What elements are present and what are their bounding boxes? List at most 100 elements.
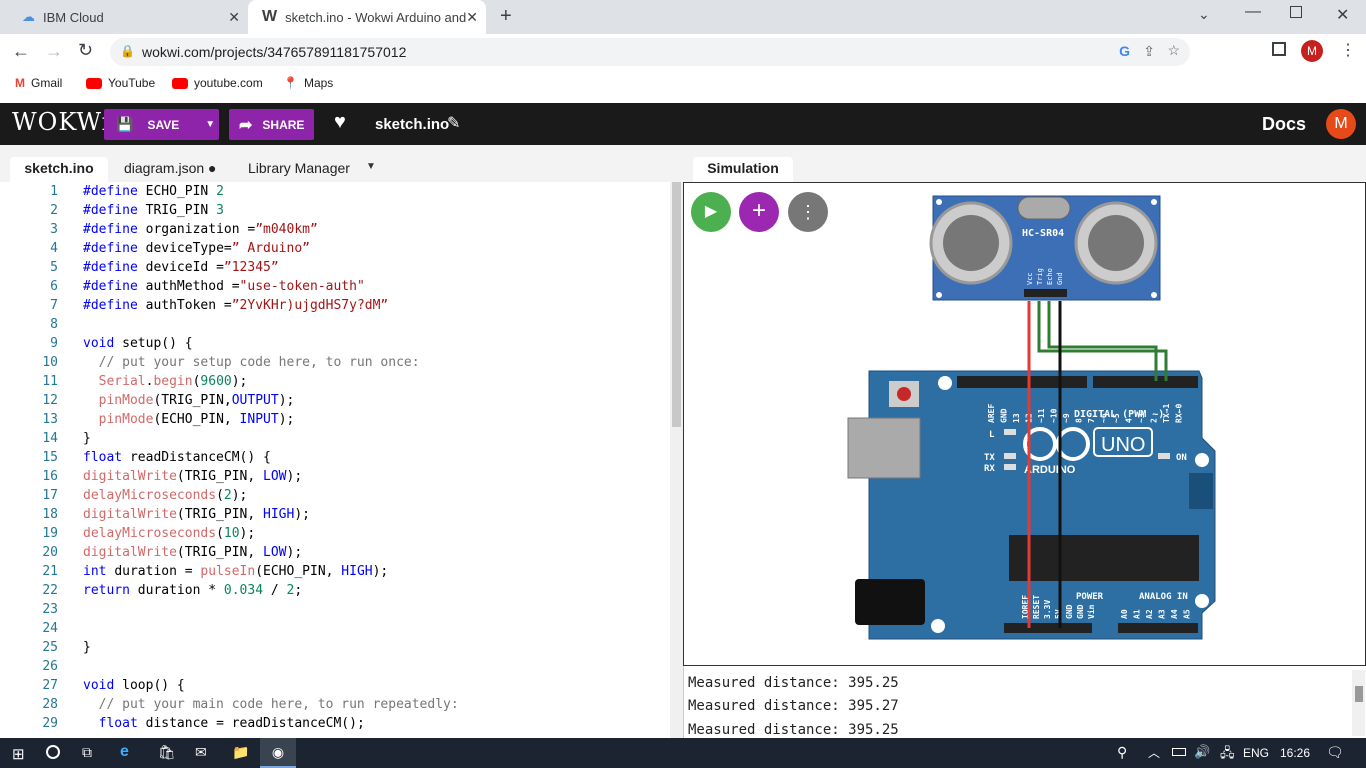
store-icon[interactable]: 🛍 <box>158 744 176 761</box>
code-line[interactable]: 14} <box>0 429 670 448</box>
chrome-taskbar-icon[interactable]: ◉ <box>260 738 296 768</box>
notification-icon[interactable]: 🗨 <box>1326 744 1344 761</box>
serial-scrollbar[interactable] <box>1352 670 1365 736</box>
code-line[interactable]: 17 delayMicroseconds(2); <box>0 486 670 505</box>
code-line[interactable]: 16 digitalWrite(TRIG_PIN, LOW); <box>0 467 670 486</box>
minimize-icon[interactable]: — <box>1245 3 1261 21</box>
profile-avatar[interactable]: M <box>1301 40 1323 62</box>
url-field[interactable]: 🔒 wokwi.com/projects/347657891181757012 … <box>110 38 1190 66</box>
code-line[interactable]: 18 digitalWrite(TRIG_PIN, HIGH); <box>0 505 670 524</box>
code-line[interactable]: 8 <box>0 315 670 334</box>
search-icon[interactable] <box>46 745 60 759</box>
docs-link[interactable]: Docs <box>1262 114 1306 135</box>
code-line[interactable]: 1 #define ECHO_PIN 2 <box>0 182 670 201</box>
code-line[interactable]: 21 int duration = pulseIn(ECHO_PIN, HIGH)… <box>0 562 670 581</box>
tab-search-icon[interactable]: ⌄ <box>1198 6 1210 23</box>
windows-start-icon[interactable]: ⊞ <box>12 745 25 763</box>
serial-monitor[interactable]: Measured distance: 395.25 Measured dista… <box>683 666 1366 738</box>
code-line[interactable]: 26 <box>0 657 670 676</box>
code-editor[interactable]: 1 #define ECHO_PIN 2 2 #define TRIG_PIN 3 3 #… <box>0 182 683 738</box>
tab-library-manager[interactable]: Library Manager <box>248 157 350 182</box>
bookmark-maps[interactable]: 📍 Maps <box>283 76 333 90</box>
code-line[interactable]: 3 #define organization =”m040km” <box>0 220 670 239</box>
wokwi-logo[interactable]: WOKWi <box>12 108 110 136</box>
code-token: ” Arduino” <box>231 241 310 256</box>
code-line[interactable]: 2 #define TRIG_PIN 3 <box>0 201 670 220</box>
editor-scrollbar[interactable] <box>670 182 683 738</box>
bookmark-gmail[interactable]: M Gmail <box>15 76 62 90</box>
code-line[interactable]: 5 #define deviceId =”12345” <box>0 258 670 277</box>
people-icon[interactable]: ⚲ <box>1117 744 1127 761</box>
bookmark-youtube[interactable]: YouTube <box>86 76 155 90</box>
line-text: float distance = readDistanceCM(); <box>83 714 365 733</box>
scrollbar-thumb[interactable] <box>1355 686 1363 702</box>
code-line[interactable]: 9 void setup() { <box>0 334 670 353</box>
code-line[interactable]: 15 float readDistanceCM() { <box>0 448 670 467</box>
bookmark-youtube-com[interactable]: youtube.com <box>172 76 263 90</box>
chevron-up-icon[interactable]: ︿ <box>1148 744 1160 761</box>
scrollbar-thumb[interactable] <box>672 182 681 427</box>
code-line[interactable]: 20 digitalWrite(TRIG_PIN, LOW); <box>0 543 670 562</box>
code-line[interactable]: 10 // put your setup code here, to run o… <box>0 353 670 372</box>
save-button[interactable]: 💾 SAVE ▼ <box>104 109 219 140</box>
code-token: digitalWrite <box>83 469 177 484</box>
code-line[interactable]: 25} <box>0 638 670 657</box>
mail-icon[interactable]: ✉ <box>195 744 207 761</box>
network-icon[interactable]: 🖧 <box>1220 744 1235 766</box>
user-avatar[interactable]: M <box>1326 109 1356 139</box>
heart-icon[interactable]: ♥ <box>334 111 346 134</box>
star-icon[interactable]: ☆ <box>1167 42 1180 59</box>
forward-icon[interactable]: → <box>45 41 63 62</box>
reload-icon[interactable]: ↻ <box>78 40 93 61</box>
browser-tab-wokwi[interactable]: W sketch.ino - Wokwi Arduino and E ✕ <box>248 0 486 34</box>
code-line[interactable]: 27 void loop() { <box>0 676 670 695</box>
battery-icon[interactable] <box>1172 748 1186 756</box>
code-line[interactable]: 24 <box>0 619 670 638</box>
line-text: } <box>83 429 91 448</box>
line-text: digitalWrite(TRIG_PIN, LOW); <box>83 467 302 486</box>
pencil-icon[interactable]: ✎ <box>447 113 460 133</box>
code-token: int <box>83 564 115 579</box>
folder-icon[interactable]: 📁 <box>232 744 249 761</box>
maximize-icon[interactable] <box>1290 6 1302 18</box>
back-icon[interactable]: ← <box>12 41 30 62</box>
close-icon[interactable]: ✕ <box>466 9 478 26</box>
tab-sketch[interactable]: sketch.ino <box>10 157 108 182</box>
google-icon[interactable]: G <box>1119 43 1130 59</box>
simulation-canvas[interactable]: ▶ + ⋮ HC-SR04 Vcc Trig Echo Gnd UNO ARDU… <box>683 182 1366 666</box>
task-view-icon[interactable]: ⧉ <box>82 744 92 761</box>
code-line[interactable]: 19 delayMicroseconds(10); <box>0 524 670 543</box>
menu-icon[interactable]: ⋮ <box>1340 40 1356 60</box>
share-button[interactable]: ➦ SHARE <box>229 109 314 140</box>
code-line[interactable]: 29 float distance = readDistanceCM(); <box>0 714 670 733</box>
board-pin-label: RX←0 <box>1175 404 1184 423</box>
share-icon[interactable]: ⇪ <box>1143 43 1155 60</box>
code-line[interactable]: 6 #define authMethod ="use-token-auth" <box>0 277 670 296</box>
new-tab-icon[interactable]: + <box>500 5 512 28</box>
code-line[interactable]: 13 pinMode(ECHO_PIN, INPUT); <box>0 410 670 429</box>
code-line[interactable]: 28 // put your main code here, to run re… <box>0 695 670 714</box>
code-line[interactable]: 11 Serial.begin(9600); <box>0 372 670 391</box>
tab-simulation[interactable]: Simulation <box>693 157 793 182</box>
chevron-down-icon[interactable]: ▼ <box>205 119 215 130</box>
tab-diagram[interactable]: diagram.json ● <box>124 157 217 182</box>
language-indicator[interactable]: ENG <box>1243 746 1269 760</box>
board-pin-label: 8 <box>1075 418 1084 423</box>
code-line[interactable]: 23 <box>0 600 670 619</box>
close-icon[interactable]: ✕ <box>228 9 240 26</box>
code-line[interactable]: 12 pinMode(TRIG_PIN,OUTPUT); <box>0 391 670 410</box>
power-pins-label: POWER <box>1076 592 1104 602</box>
volume-icon[interactable]: 🔊 <box>1194 744 1210 760</box>
code-line[interactable]: 7 #define authToken =”2YvKHr)ujgdHS7y?dM” <box>0 296 670 315</box>
side-panel-icon[interactable] <box>1272 42 1286 56</box>
clock[interactable]: 16:26 <box>1280 746 1310 760</box>
edge-icon[interactable]: e <box>120 743 129 761</box>
line-text: #define deviceId =”12345” <box>83 258 279 277</box>
line-number: 10 <box>42 355 58 370</box>
line-text: void loop() { <box>83 676 185 695</box>
code-line[interactable]: 4 #define deviceType=” Arduino” <box>0 239 670 258</box>
browser-tab-ibm[interactable]: ☁ IBM Cloud ✕ <box>8 0 248 34</box>
window-close-icon[interactable]: ✕ <box>1336 5 1349 25</box>
code-line[interactable]: 22 return duration * 0.034 / 2; <box>0 581 670 600</box>
tabs-dropdown-icon[interactable]: ▼ <box>366 161 376 172</box>
